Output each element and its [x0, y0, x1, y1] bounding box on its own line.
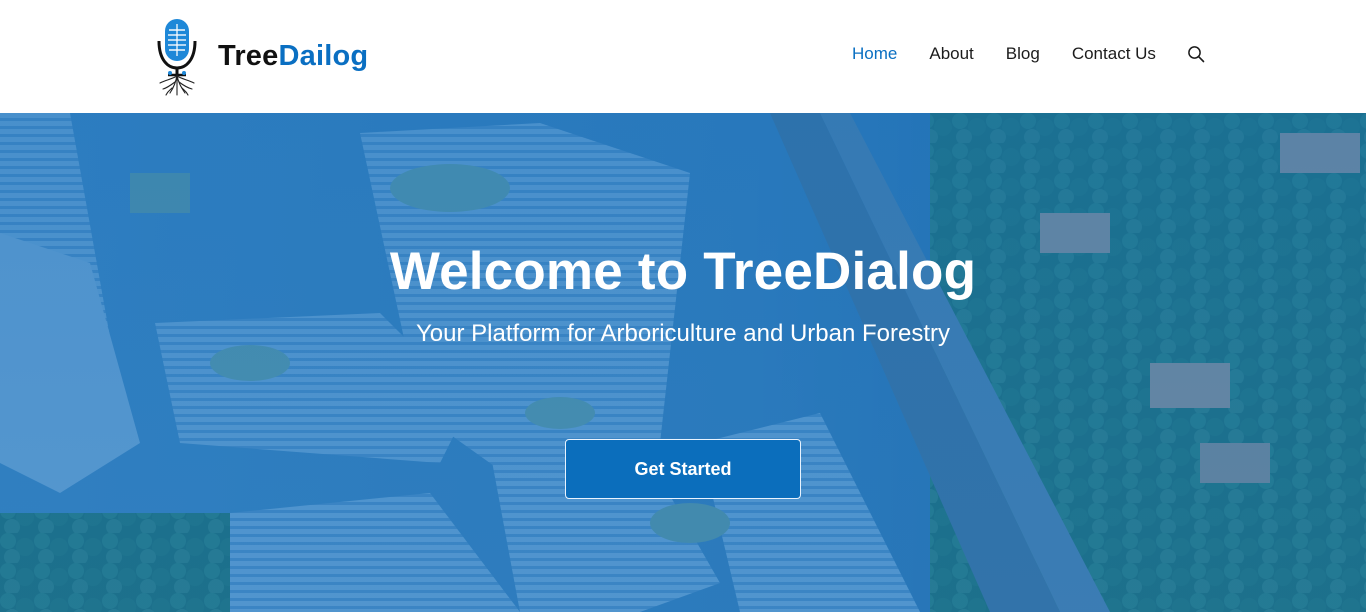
brand-name-part2: Dailog — [278, 39, 369, 72]
main-navigation: Home About Blog Contact Us — [852, 44, 1206, 64]
brand-name-part1: Tree — [218, 39, 279, 72]
nav-contact-us-link[interactable]: Contact Us — [1072, 44, 1156, 64]
hero-section: Welcome to TreeDialog Your Platform for … — [0, 113, 1366, 612]
nav-home-link[interactable]: Home — [852, 44, 897, 64]
search-button[interactable] — [1186, 44, 1206, 64]
hero-color-overlay — [0, 113, 1366, 612]
nav-about-link[interactable]: About — [929, 44, 973, 64]
brand-name: TreeDailog — [218, 40, 368, 73]
search-icon — [1188, 46, 1205, 63]
get-started-button[interactable]: Get Started — [565, 439, 801, 499]
hero-title: Welcome to TreeDialog — [389, 242, 977, 301]
microphone-tree-roots-icon — [157, 19, 197, 96]
hero-subtitle: Your Platform for Arboriculture and Urba… — [415, 320, 950, 347]
brand-logo-link[interactable]: TreeDailog — [148, 16, 368, 96]
nav-blog-link[interactable]: Blog — [1006, 44, 1040, 64]
site-header: TreeDailog Home About Blog Contact Us — [0, 0, 1366, 113]
